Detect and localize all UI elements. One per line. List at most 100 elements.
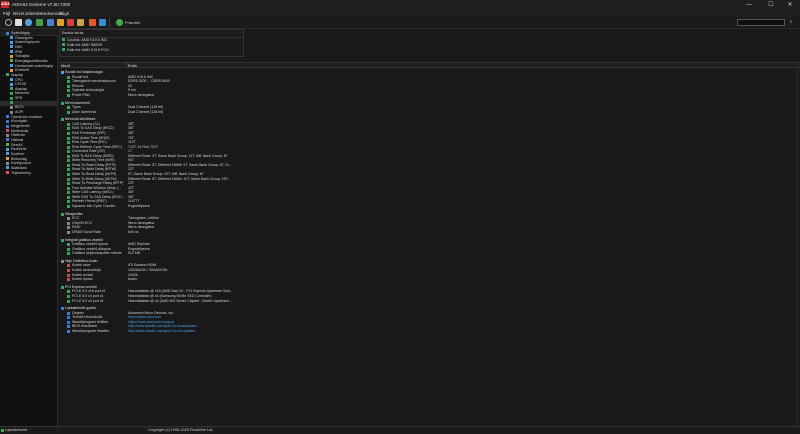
tree-item-icon — [6, 143, 9, 147]
column-value[interactable]: Érték — [128, 63, 137, 69]
property-icon — [67, 269, 70, 272]
menu-report[interactable]: Jelentés — [25, 10, 41, 17]
tree-item-icon — [6, 166, 9, 170]
details-panel: Eszköz leírás Cpuírás: AMD K19.6 IMC Dol… — [59, 29, 800, 426]
property-value: Használatban @ x4 (AMD 600 Series Chipse… — [128, 298, 233, 303]
property-row[interactable]: Kodek típusa Audio — [59, 277, 800, 282]
menu-view[interactable]: Nézet — [13, 10, 24, 17]
memory-icon[interactable] — [77, 19, 84, 26]
property-icon — [67, 278, 70, 282]
monitor-icon[interactable] — [36, 19, 43, 26]
property-value: Engedélyezve — [128, 203, 150, 208]
tree-item-label: Biztonság — [11, 156, 27, 161]
tree-item-icon — [10, 82, 13, 86]
property-icon — [67, 89, 70, 93]
folder-icon[interactable] — [57, 19, 64, 26]
tree-item-label: BIOS — [15, 105, 24, 110]
monitor-diag-icon[interactable] — [99, 19, 106, 26]
menu-file[interactable]: Fájl — [3, 10, 10, 17]
property-row[interactable]: Dynamic Idle Cycle Counter Engedélyezve — [59, 204, 800, 209]
benchmark-icon[interactable] — [89, 19, 96, 26]
cloud-icon[interactable] — [25, 19, 32, 26]
toolbar: Frissítés ⌕ — [0, 17, 800, 29]
property-icon — [67, 247, 70, 251]
section-icon — [61, 259, 64, 263]
tree-item-label: Operációs rendszer — [11, 114, 43, 119]
tree-item-label: Hordozható számítógép — [15, 63, 54, 68]
property-row[interactable]: DRAM Scrub Rate 640 ns — [59, 230, 800, 235]
tree-item-label: CPU — [15, 77, 23, 82]
tree-item-icon — [10, 40, 13, 44]
column-field[interactable]: Mező — [61, 63, 70, 69]
property-icon — [67, 243, 70, 247]
minimize-button[interactable]: — — [738, 0, 760, 10]
tree-item-icon — [6, 161, 9, 165]
column-separator[interactable] — [126, 62, 127, 68]
tree-item-label: Konfiguráció — [11, 161, 31, 166]
property-icon — [67, 127, 70, 131]
section-icon — [61, 238, 64, 242]
status-copyright: Copyright (c) 1995-2025 FinalWire Ltd. — [148, 428, 214, 432]
property-row[interactable]: Grafikus képkockapuffer mérete 512 MB — [59, 251, 800, 256]
property-icon — [67, 325, 70, 329]
tree-item-icon — [6, 124, 9, 128]
tree-item-label: ACPI — [15, 110, 24, 115]
section-icon — [61, 118, 64, 122]
refresh-icon[interactable] — [5, 19, 12, 26]
property-icon — [67, 316, 70, 320]
tree-item[interactable]: › Teljesítmény — [0, 171, 58, 176]
property-value: Audio — [128, 277, 137, 282]
search-input[interactable] — [737, 19, 785, 26]
property-icon — [67, 154, 70, 158]
search-icon[interactable]: ⌕ — [787, 19, 795, 26]
tree-item-icon — [10, 87, 13, 91]
cpu-icon[interactable] — [47, 19, 54, 26]
property-row[interactable]: PCI-E 5.0 x4 port #1 Használatban @ x4 (A… — [59, 299, 800, 304]
tree-item-icon — [6, 157, 9, 161]
property-icon — [67, 311, 70, 315]
vertical-scrollbar[interactable] — [796, 69, 799, 426]
property-row[interactable]: Probe Filter Nincs támogatva — [59, 93, 800, 98]
tree-item-icon — [6, 31, 9, 35]
chip-icon — [62, 48, 65, 51]
tree-item-icon — [6, 138, 9, 142]
tree-item-label: DMI — [15, 44, 22, 49]
property-label: Probe Filter — [72, 92, 91, 97]
chevron-right-icon[interactable]: › — [2, 171, 5, 176]
tree-item-label: IPMI — [15, 49, 23, 54]
tree-item-label: Multimédia — [11, 128, 29, 133]
sensor-icon[interactable] — [67, 19, 74, 26]
update-icon[interactable] — [116, 19, 123, 26]
updates-label[interactable]: Frissítés — [125, 19, 140, 26]
tree-item-label: Számítógép — [11, 31, 31, 35]
status-bar: Lapkakészlet Copyright (c) 1995-2025 Fin… — [0, 426, 800, 434]
tree-item-icon — [10, 96, 13, 100]
property-icon — [67, 264, 70, 268]
report-icon[interactable] — [15, 19, 22, 26]
menu-help[interactable]: Súgó — [59, 10, 69, 17]
property-link[interactable]: http://www.aida64.com/goto/?p=drvupdates — [128, 329, 195, 334]
property-icon — [67, 182, 70, 186]
property-icon — [67, 145, 70, 149]
property-icon — [67, 172, 70, 176]
property-row[interactable]: Aktív üzemmód Dual Channel (128 bit) — [59, 110, 800, 115]
tree-item-icon — [10, 68, 13, 72]
property-icon — [67, 290, 70, 294]
tree-item-label: Hálózat — [11, 137, 24, 142]
close-button[interactable]: ✕ — [779, 0, 800, 10]
property-icon — [67, 159, 70, 163]
property-icon — [67, 186, 70, 190]
chip-icon — [62, 38, 65, 41]
property-icon — [67, 230, 70, 234]
tree-item-label: Háttértár — [11, 133, 25, 138]
tree-item-icon — [10, 59, 13, 63]
property-row[interactable]: Illesztőprogram frissítés http://www.aida… — [59, 329, 800, 334]
property-icon — [67, 226, 70, 230]
tree-item-label: Megjelenítő — [11, 124, 30, 128]
device-item[interactable]: Dolk hid: AMD K19.6 FCH — [62, 48, 109, 53]
navigation-tree: ⌄ Számítógép Összegzés Számítógépnév DMI IPMI… — [0, 29, 58, 426]
property-icon — [67, 195, 70, 199]
property-icon — [67, 320, 70, 324]
property-label: Grafikus képkockapuffer mérete — [72, 251, 122, 256]
property-icon — [67, 132, 70, 135]
